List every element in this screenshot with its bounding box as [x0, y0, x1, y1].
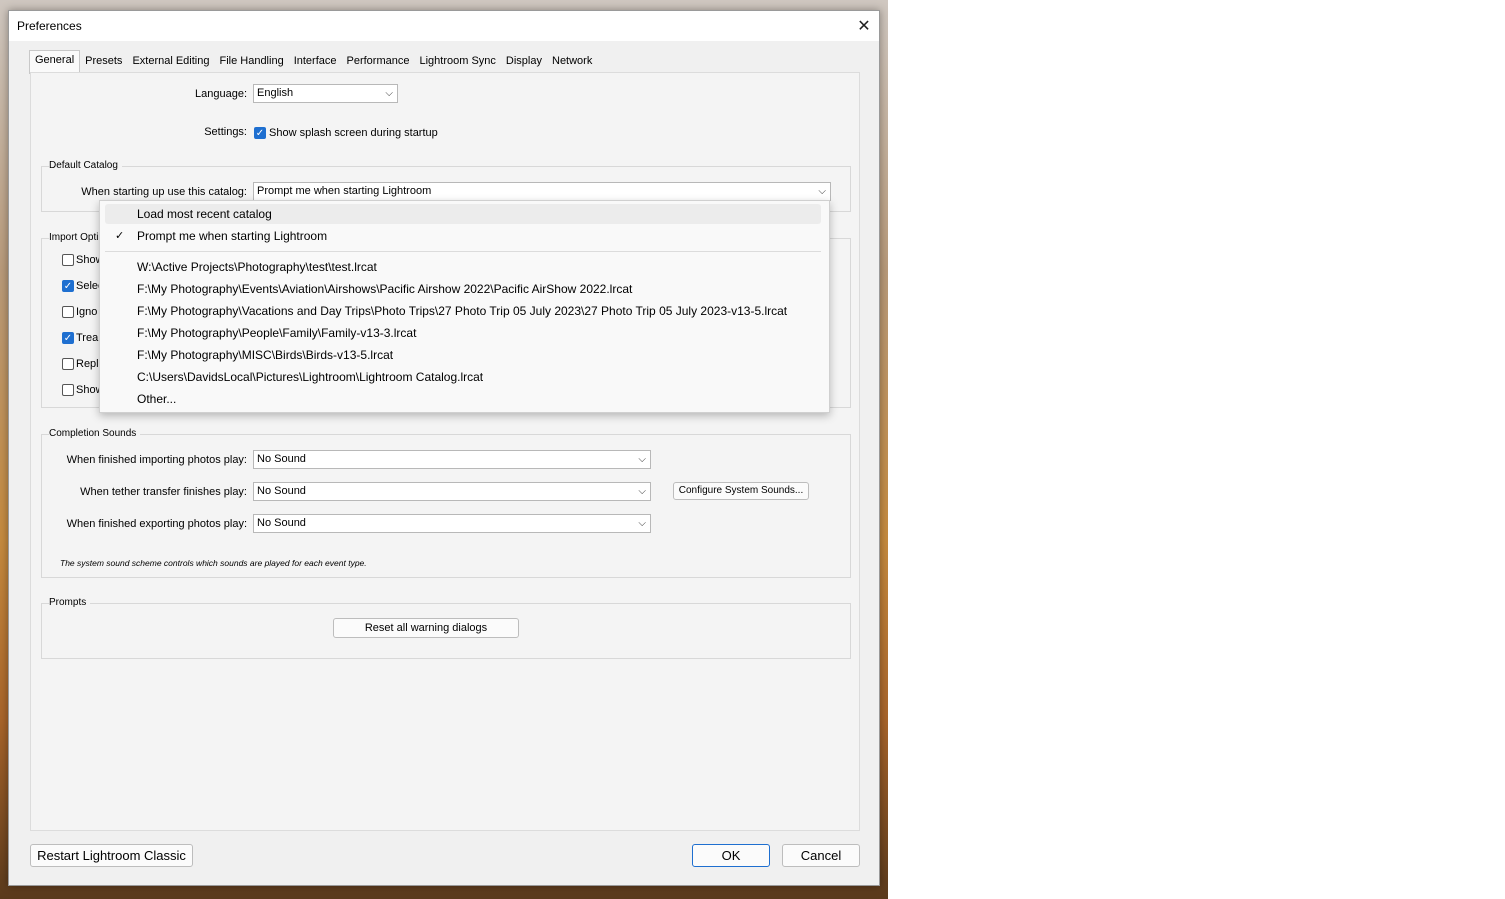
window-title: Preferences — [17, 19, 82, 33]
dropdown-item-recent-catalog[interactable]: C:\Users\DavidsLocal\Pictures\Lightroom\… — [105, 367, 821, 387]
title-bar: Preferences ✕ — [9, 11, 879, 41]
import-sound-value: No Sound — [257, 453, 306, 465]
tab-network[interactable]: Network — [547, 52, 597, 72]
sound-scheme-note: The system sound scheme controls which s… — [60, 558, 367, 568]
dropdown-item-label: F:\My Photography\Vacations and Day Trip… — [137, 304, 788, 318]
dropdown-item-recent-catalog[interactable]: W:\Active Projects\Photography\test\test… — [105, 257, 821, 277]
dropdown-item-label: C:\Users\DavidsLocal\Pictures\Lightroom\… — [137, 370, 484, 384]
ok-button[interactable]: OK — [692, 844, 770, 867]
import-option-checkbox-1[interactable] — [62, 254, 74, 266]
dropdown-item-other[interactable]: Other... — [105, 389, 821, 409]
close-icon: ✕ — [857, 18, 871, 35]
restart-lightroom-button[interactable]: Restart Lightroom Classic — [30, 844, 193, 867]
tab-presets[interactable]: Presets — [80, 52, 127, 72]
export-sound-select[interactable]: No Sound ⌵ — [253, 514, 651, 533]
language-value: English — [257, 87, 294, 99]
tab-external-editing[interactable]: External Editing — [127, 52, 214, 72]
chevron-down-icon: ⌵ — [638, 518, 646, 529]
dropdown-item-recent-catalog[interactable]: F:\My Photography\Events\Aviation\Airsho… — [105, 279, 821, 299]
general-tab-panel: Language: English ⌵ Settings: ✓ Show spl… — [30, 72, 860, 831]
tab-file-handling[interactable]: File Handling — [214, 52, 288, 72]
tether-sound-value: No Sound — [257, 485, 306, 497]
tab-general[interactable]: General — [29, 50, 81, 74]
dropdown-item-label: Other... — [137, 392, 177, 406]
import-option-checkbox-2[interactable]: ✓ — [62, 280, 74, 292]
preferences-dialog: Preferences ✕ General Presets External E… — [8, 10, 880, 886]
chevron-down-icon: ⌵ — [638, 454, 646, 465]
cancel-button[interactable]: Cancel — [782, 844, 860, 867]
checkmark-icon: ✓ — [63, 333, 73, 344]
dropdown-separator — [105, 251, 821, 252]
export-sound-label: When finished exporting photos play: — [66, 518, 247, 530]
export-sound-value: No Sound — [257, 517, 306, 529]
catalog-dropdown-list: Load most recent catalog ✓ Prompt me whe… — [99, 200, 830, 413]
tether-sound-label: When tether transfer finishes play: — [80, 486, 247, 498]
import-option-checkbox-4[interactable]: ✓ — [62, 332, 74, 344]
desktop-blank-area — [888, 0, 1505, 899]
chevron-down-icon: ⌵ — [385, 88, 393, 99]
import-option-label-5: Repl — [76, 358, 99, 370]
language-select[interactable]: English ⌵ — [253, 84, 398, 103]
chevron-down-icon: ⌵ — [818, 186, 826, 197]
language-label: Language: — [195, 88, 247, 100]
import-option-checkbox-5[interactable] — [62, 358, 74, 370]
chevron-down-icon: ⌵ — [638, 486, 646, 497]
default-catalog-title: Default Catalog — [49, 160, 122, 171]
tab-lightroom-sync[interactable]: Lightroom Sync — [414, 52, 500, 72]
dropdown-item-label: Load most recent catalog — [137, 207, 272, 221]
close-button[interactable]: ✕ — [849, 11, 879, 41]
import-sound-label: When finished importing photos play: — [66, 454, 247, 466]
dropdown-item-load-recent[interactable]: Load most recent catalog — [105, 204, 821, 224]
dropdown-item-recent-catalog[interactable]: F:\My Photography\People\Family\Family-v… — [105, 323, 821, 343]
dropdown-item-recent-catalog[interactable]: F:\My Photography\Vacations and Day Trip… — [105, 301, 821, 321]
import-option-checkbox-3[interactable] — [62, 306, 74, 318]
settings-label: Settings: — [204, 126, 247, 138]
tab-display[interactable]: Display — [501, 52, 547, 72]
import-option-label-3: Igno — [76, 306, 98, 318]
checkmark-icon: ✓ — [115, 230, 125, 242]
import-options-title: Import Opti — [49, 232, 103, 243]
dropdown-item-label: W:\Active Projects\Photography\test\test… — [137, 260, 377, 274]
import-option-checkbox-6[interactable] — [62, 384, 74, 396]
import-option-label-4: Trea — [76, 332, 99, 344]
dropdown-item-label: Prompt me when starting Lightroom — [137, 229, 328, 243]
dropdown-item-label: F:\My Photography\People\Family\Family-v… — [137, 326, 417, 340]
splash-screen-label: Show splash screen during startup — [269, 127, 438, 139]
tab-interface[interactable]: Interface — [289, 52, 342, 72]
import-sound-select[interactable]: No Sound ⌵ — [253, 450, 651, 469]
dropdown-item-label: F:\My Photography\Events\Aviation\Airsho… — [137, 282, 633, 296]
dropdown-item-prompt[interactable]: ✓ Prompt me when starting Lightroom — [105, 226, 821, 246]
prompts-title: Prompts — [49, 597, 91, 608]
splash-screen-checkbox[interactable]: ✓ — [254, 127, 266, 139]
reset-warning-dialogs-button[interactable]: Reset all warning dialogs — [333, 618, 519, 638]
startup-catalog-value: Prompt me when starting Lightroom — [257, 185, 432, 197]
configure-system-sounds-button[interactable]: Configure System Sounds... — [673, 482, 809, 500]
tab-bar: General Presets External Editing File Ha… — [29, 50, 597, 74]
completion-sounds-title: Completion Sounds — [49, 428, 141, 439]
dropdown-item-recent-catalog[interactable]: F:\My Photography\MISC\Birds\Birds-v13-5… — [105, 345, 821, 365]
startup-catalog-select[interactable]: Prompt me when starting Lightroom ⌵ — [253, 182, 831, 201]
dropdown-item-label: F:\My Photography\MISC\Birds\Birds-v13-5… — [137, 348, 394, 362]
startup-catalog-label: When starting up use this catalog: — [81, 186, 247, 198]
tether-sound-select[interactable]: No Sound ⌵ — [253, 482, 651, 501]
tab-performance[interactable]: Performance — [342, 52, 415, 72]
checkmark-icon: ✓ — [63, 281, 73, 292]
checkmark-icon: ✓ — [255, 128, 265, 139]
